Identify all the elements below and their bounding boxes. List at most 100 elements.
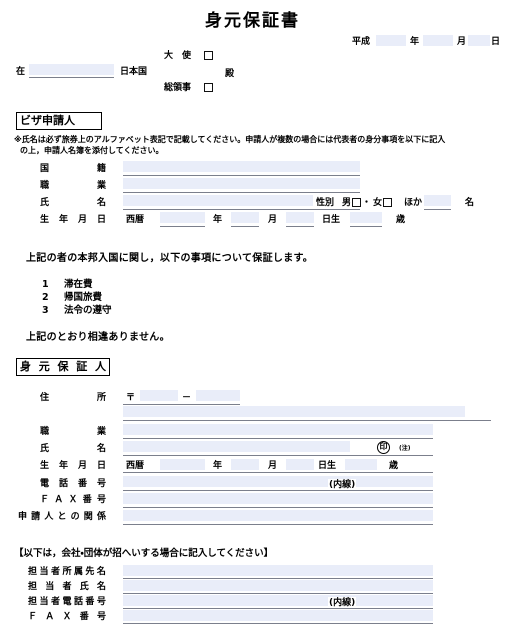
guarantor-tel-input[interactable] (123, 476, 433, 487)
company-affiliation-label: 担当者所属先名 (28, 567, 106, 577)
company-contact-tel-input[interactable] (123, 595, 433, 606)
guarantor-relation-rule (123, 524, 433, 525)
section-header-guarantor: 身元保証人 (16, 358, 110, 376)
ambassador-label: 大 使 (164, 51, 192, 61)
applicant-gender-male-checkbox[interactable] (352, 198, 361, 207)
guarantor-postal-rule (123, 404, 240, 405)
applicant-birth-year-unit: 年 (213, 215, 223, 225)
at-country-input[interactable] (29, 64, 114, 75)
guarantor-birth-month-unit: 月 (268, 461, 278, 471)
section-header-applicant-label: ビザ申請人 (20, 114, 75, 127)
company-contact-fax-label: ＦＡＸ番号 (28, 612, 106, 622)
company-contact-name-rule (123, 593, 433, 594)
guarantee-item-1: 1 滞在費 (42, 276, 93, 290)
applicant-birth-year-input[interactable] (160, 212, 205, 223)
guarantee-item-2: 2 帰国旅費 (42, 289, 102, 303)
guarantor-address-input[interactable] (123, 406, 465, 417)
consul-label: 総領事 (164, 83, 192, 93)
guarantor-calendar-label: 西暦 (126, 461, 145, 471)
company-contact-fax-input[interactable] (123, 610, 433, 621)
ambassador-checkbox[interactable] (204, 51, 213, 60)
at-country-rule (29, 77, 114, 78)
company-section-note: 【以下は，会社・団体が招へいする場合に記入してください】 (14, 548, 274, 559)
guarantor-address-rule (123, 420, 491, 421)
guarantor-tel-rule (123, 490, 433, 491)
applicant-nationality-label: 国籍 (40, 164, 106, 174)
applicant-birth-year-rule (160, 226, 205, 227)
guarantee-item-3-number: 3 (42, 305, 49, 316)
applicant-gender-separator: ・ (362, 198, 372, 208)
applicant-occupation-input[interactable] (123, 178, 360, 189)
postal-dash: － (182, 393, 192, 403)
applicant-age-unit: 歳 (396, 215, 406, 225)
header-year-unit: 年 (410, 37, 420, 47)
header-year-input[interactable] (376, 35, 406, 46)
guarantor-occupation-label: 職業 (40, 427, 106, 437)
applicant-occupation-label: 職業 (40, 181, 106, 191)
guarantor-birth-month-input[interactable] (231, 459, 259, 470)
guarantee-item-3: 3 法令の遵守 (42, 302, 112, 316)
guarantor-birth-year-input[interactable] (160, 459, 205, 470)
honorific-label: 殿 (225, 69, 235, 79)
company-contact-fax-rule (123, 623, 433, 624)
seal-icon: 印 (377, 441, 390, 454)
header-month-input[interactable] (423, 35, 453, 46)
applicant-others-label: ほか (404, 198, 423, 208)
applicant-calendar-label: 西暦 (126, 215, 145, 225)
company-contact-name-input[interactable] (123, 580, 433, 591)
consul-checkbox[interactable] (204, 83, 213, 92)
guarantor-age-unit: 歳 (389, 461, 399, 471)
seal-note: (注) (399, 445, 411, 452)
country-label: 日本国 (120, 67, 148, 77)
guarantor-birth-day-unit: 日生 (318, 461, 337, 471)
applicant-birth-month-unit: 月 (268, 215, 278, 225)
applicant-name-label: 氏名 (40, 198, 106, 208)
applicant-birth-day-unit: 日生 (322, 215, 341, 225)
guarantor-address-label: 住所 (40, 393, 106, 403)
applicant-gender-female-label: 女 (373, 198, 383, 208)
section-header-applicant: ビザ申請人 (16, 112, 102, 130)
applicant-birth-day-rule (286, 226, 314, 227)
guarantor-name-input[interactable] (123, 441, 350, 452)
applicant-others-unit: 名 (465, 198, 475, 208)
company-contact-tel-label: 担当者電話番号 (28, 597, 106, 607)
applicant-nationality-input[interactable] (123, 161, 360, 172)
guarantor-postal-first-input[interactable] (140, 390, 178, 401)
applicant-others-input[interactable] (424, 195, 451, 206)
era-label: 平成 (352, 37, 371, 47)
guarantor-postal-second-input[interactable] (196, 390, 240, 401)
guarantor-birth-label: 生年月日 (40, 461, 106, 471)
applicant-occupation-rule (123, 192, 360, 193)
applicant-birth-month-input[interactable] (231, 212, 259, 223)
applicant-name-input[interactable] (123, 195, 313, 206)
header-month-unit: 月 (457, 37, 467, 47)
applicant-nationality-rule (123, 175, 360, 176)
applicant-note-line2: の上，申請人名簿を添付してください。 (20, 146, 164, 155)
guarantor-occupation-input[interactable] (123, 424, 433, 435)
applicant-gender-label: 性別 (316, 198, 335, 208)
guarantee-item-3-text: 法令の遵守 (64, 305, 112, 316)
company-affiliation-input[interactable] (123, 565, 433, 576)
guarantor-tel-label: 電話番号 (40, 479, 106, 489)
guarantor-fax-rule (123, 507, 433, 508)
guarantor-birth-day-input[interactable] (286, 459, 314, 470)
guarantor-age-input[interactable] (345, 459, 377, 470)
at-label: 在 (16, 67, 26, 77)
guarantor-birth-rule (123, 472, 433, 473)
guarantor-fax-label: ＦＡＸ番号 (40, 495, 106, 505)
applicant-note-line1: ※氏名は必ず旅券上のアルファベット表記で記載してください。申請人が複数の場合には… (14, 135, 446, 144)
applicant-birth-day-input[interactable] (286, 212, 314, 223)
guarantee-closing: 上記のとおり相違ありません。 (26, 332, 170, 343)
guarantor-occupation-rule (123, 438, 433, 439)
applicant-age-input[interactable] (350, 212, 382, 223)
header-day-unit: 日 (491, 37, 501, 47)
guarantor-fax-input[interactable] (123, 493, 433, 504)
postal-mark-icon: 〒 (126, 393, 136, 403)
applicant-others-rule (424, 209, 451, 210)
guarantor-relation-input[interactable] (123, 510, 433, 521)
applicant-gender-female-checkbox[interactable] (383, 198, 392, 207)
applicant-birth-label: 生年月日 (40, 215, 106, 225)
header-day-input[interactable] (468, 35, 490, 46)
guarantor-relation-label: 申請人との関係 (18, 512, 106, 522)
guarantor-name-rule (123, 455, 433, 456)
